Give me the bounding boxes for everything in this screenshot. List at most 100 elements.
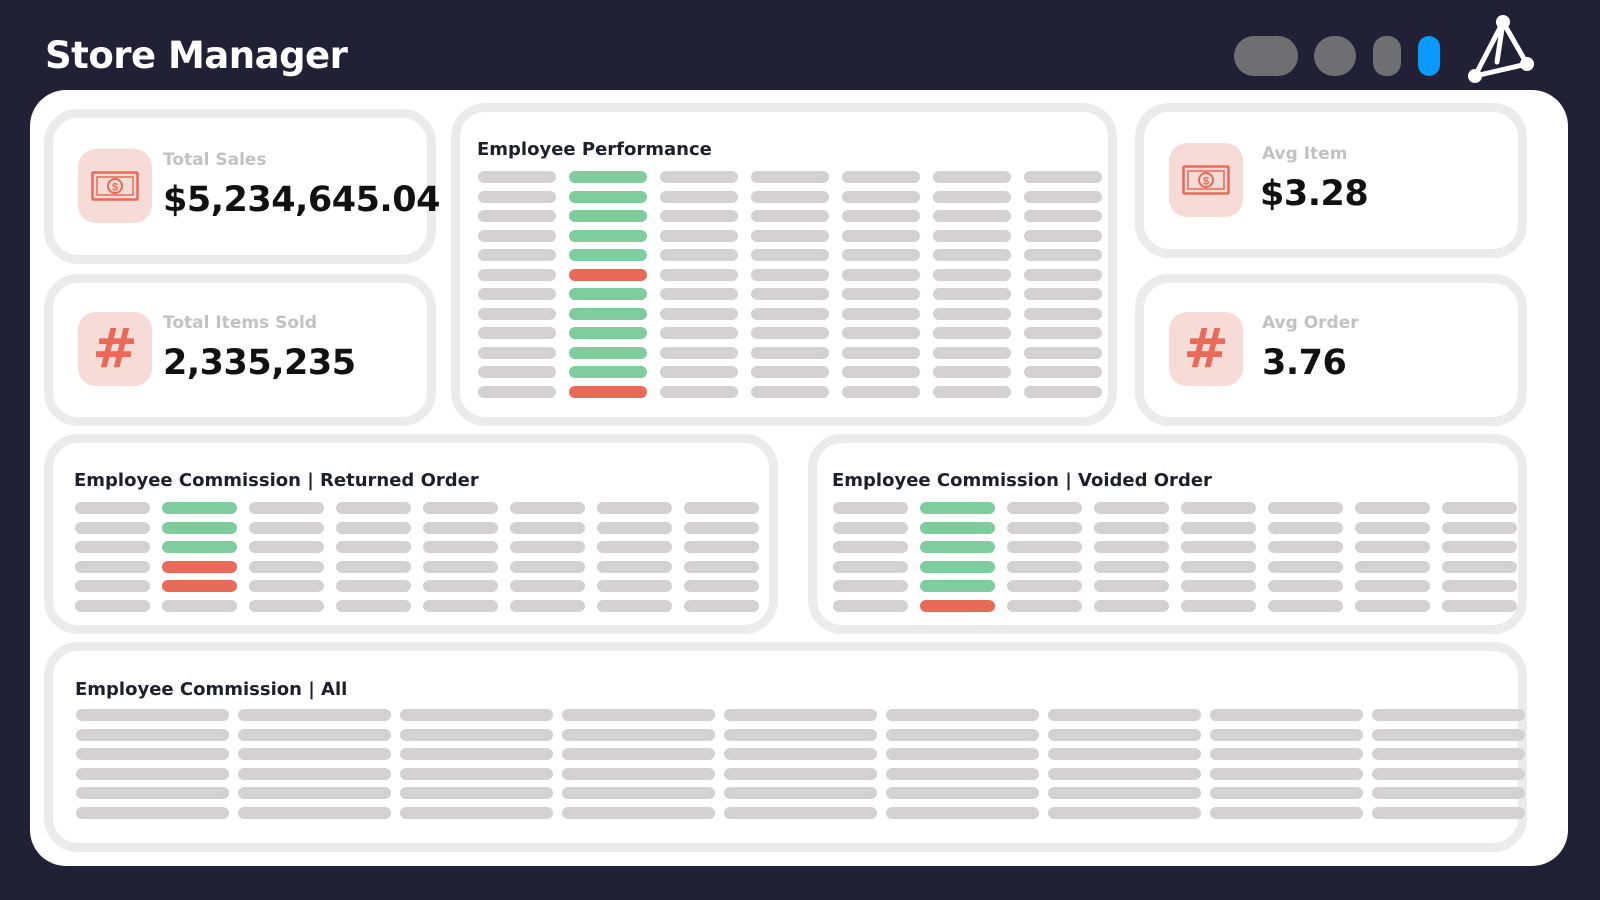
table-cell [1210,806,1363,819]
table-cell [478,249,556,261]
commission-returned-table [75,502,759,612]
table-cell [933,190,1011,203]
commission-all-title: Employee Commission | All [75,679,348,700]
table-cell [1181,560,1256,573]
table-cell [684,521,759,534]
table-cell [842,307,920,320]
status-cell-good [569,210,647,222]
status-cell-good [162,502,237,514]
table-cell [1355,580,1430,592]
table-cell [1094,541,1169,553]
table-cell [478,366,556,378]
table-cell [724,728,877,741]
table-cell [336,521,411,534]
employee-performance-card[interactable]: Employee Performance [451,103,1117,426]
table-cell [1210,748,1363,760]
table-cell [1024,268,1102,281]
toolbar-pill-3[interactable] [1373,36,1401,76]
table-cell [562,728,715,741]
table-cell [1048,806,1201,819]
table-cell [1372,787,1525,799]
table-cell [1442,521,1517,534]
table-cell [886,748,1039,760]
table-cell [76,767,229,780]
status-cell-good [569,307,647,320]
hash-icon: # [78,312,152,386]
table-cell [336,541,411,553]
table-cell [751,385,829,398]
status-cell-good [569,346,647,359]
commission-returned-card[interactable]: Employee Commission | Returned Order [44,434,778,634]
table-cell [238,787,391,799]
table-cell [842,366,920,378]
table-cell [1024,307,1102,320]
table-cell [76,709,229,721]
toolbar-pill-1[interactable] [1234,36,1298,76]
table-cell [842,385,920,398]
status-cell-good [920,521,995,534]
network-triangle-logo[interactable] [1463,14,1537,84]
table-cell [238,709,391,721]
total-sales-card[interactable]: $ Total Sales $5,234,645.04 [44,109,440,264]
table-cell [660,190,738,203]
table-cell [597,580,672,592]
table-cell [1007,580,1082,592]
table-cell [751,346,829,359]
table-cell [833,502,908,514]
status-cell-good [920,541,995,553]
status-cell-good [920,580,995,592]
table-cell [478,210,556,222]
table-cell [1181,521,1256,534]
avg-item-value: $3.28 [1260,174,1369,214]
total-items-sold-card[interactable]: # Total Items Sold 2,335,235 [44,274,436,426]
table-cell [75,560,150,573]
toolbar-pill-4[interactable] [1418,36,1440,76]
table-cell [510,521,585,534]
table-cell [933,210,1011,222]
table-cell [933,327,1011,339]
table-cell [724,767,877,780]
avg-item-card[interactable]: $ Avg Item $3.28 [1135,103,1527,258]
table-cell [842,346,920,359]
table-cell [1210,728,1363,741]
table-cell [751,288,829,300]
table-cell [597,541,672,553]
table-cell [724,806,877,819]
commission-voided-card[interactable]: Employee Commission | Voided Order [808,434,1527,634]
table-cell [1007,502,1082,514]
table-cell [1094,580,1169,592]
avg-order-card[interactable]: # Avg Order 3.76 [1135,274,1527,426]
table-cell [684,599,759,612]
table-cell [1355,599,1430,612]
commission-all-table [76,709,1525,819]
table-cell [562,806,715,819]
table-cell [423,502,498,514]
table-cell [1181,541,1256,553]
table-cell [933,307,1011,320]
table-cell [336,502,411,514]
table-cell [833,541,908,553]
table-cell [833,580,908,592]
status-cell-good [162,521,237,534]
svg-text:$: $ [112,182,118,194]
dashboard-board: $ Total Sales $5,234,645.04 # Total Item… [30,90,1568,866]
avg-order-label: Avg Order [1262,313,1359,333]
table-cell [478,171,556,183]
table-cell [238,806,391,819]
table-cell [751,307,829,320]
table-cell [886,709,1039,721]
toolbar-pill-2[interactable] [1314,36,1356,76]
table-cell [660,249,738,261]
table-cell [75,502,150,514]
total-sales-value: $5,234,645.04 [163,180,440,220]
table-cell [660,171,738,183]
table-cell [1442,541,1517,553]
table-cell [249,541,324,553]
table-cell [751,327,829,339]
table-cell [75,521,150,534]
table-cell [684,502,759,514]
status-cell-good [920,560,995,573]
table-cell [597,502,672,514]
table-cell [1094,560,1169,573]
commission-all-card[interactable]: Employee Commission | All [44,642,1527,852]
